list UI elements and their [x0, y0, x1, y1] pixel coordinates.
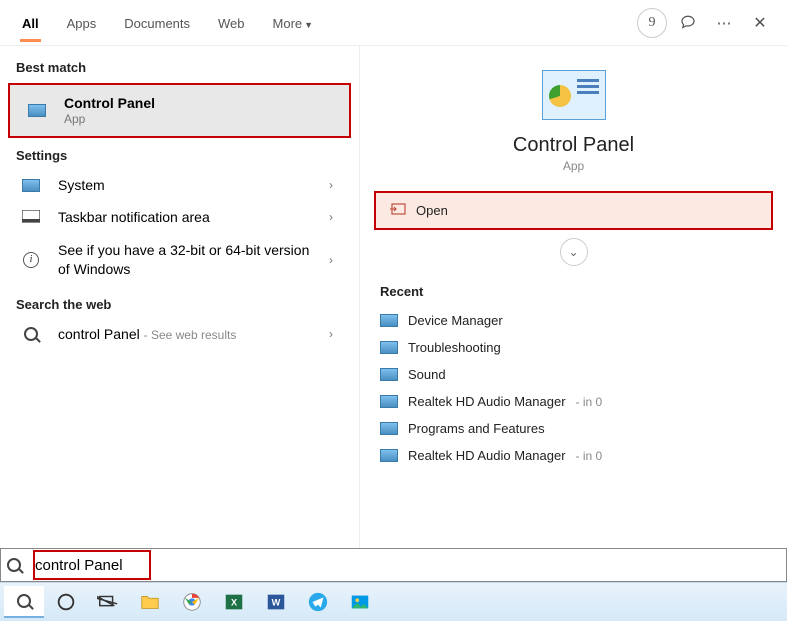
taskbar-taskview-button[interactable] [88, 586, 128, 618]
rewards-badge[interactable]: 9 [637, 8, 667, 38]
recent-label: Device Manager [408, 313, 503, 328]
monitor-icon [22, 179, 40, 192]
recent-label: Realtek HD Audio Manager [408, 394, 566, 409]
open-action[interactable]: Open [374, 191, 773, 230]
open-label: Open [416, 203, 448, 218]
recent-item[interactable]: Realtek HD Audio Manager - in 0 [374, 388, 773, 415]
expand-actions-button[interactable]: ⌄ [560, 238, 588, 266]
cp-applet-icon [380, 368, 398, 381]
taskbar-search-button[interactable] [4, 586, 44, 618]
recent-item[interactable]: Programs and Features [374, 415, 773, 442]
tabs-row: All Apps Documents Web More▼ 9 ⋯ ✕ [0, 0, 787, 46]
tab-apps[interactable]: Apps [53, 4, 111, 41]
settings-item-taskbar-area[interactable]: Taskbar notification area › [0, 201, 359, 233]
preview-subtitle: App [563, 159, 584, 173]
list-item-label: System [58, 177, 317, 193]
chevron-right-icon: › [329, 178, 347, 192]
cp-applet-icon [380, 422, 398, 435]
recent-item[interactable]: Realtek HD Audio Manager - in 0 [374, 442, 773, 469]
tab-more[interactable]: More▼ [259, 4, 328, 41]
best-match-result[interactable]: Control Panel App [8, 83, 351, 138]
app-large-icon [542, 70, 606, 120]
cp-applet-icon [380, 314, 398, 327]
search-input[interactable] [29, 553, 786, 578]
taskbar-file-explorer[interactable] [130, 586, 170, 618]
recent-label: Sound [408, 367, 446, 382]
list-item-label: Taskbar notification area [58, 209, 317, 225]
recent-item[interactable]: Sound [374, 361, 773, 388]
section-search-web: Search the web [0, 287, 359, 318]
web-result[interactable]: control Panel - See web results › [0, 318, 359, 350]
chevron-down-icon: ▼ [304, 20, 313, 30]
chevron-right-icon: › [329, 253, 347, 267]
chevron-right-icon: › [329, 327, 347, 341]
taskbar: X W [0, 582, 787, 621]
web-result-hint: See web results [151, 328, 236, 342]
section-settings: Settings [0, 138, 359, 169]
tab-all[interactable]: All [8, 4, 53, 41]
cp-applet-icon [380, 395, 398, 408]
taskbar-icon [16, 210, 46, 224]
preview-title: Control Panel [513, 134, 634, 157]
recent-item[interactable]: Troubleshooting [374, 334, 773, 361]
svg-text:X: X [231, 598, 238, 608]
preview-panel: Control Panel App Open ⌄ Recent Device M… [360, 46, 787, 548]
taskbar-excel[interactable]: X [214, 586, 254, 618]
taskbar-word[interactable]: W [256, 586, 296, 618]
section-recent: Recent [374, 276, 773, 307]
info-icon: i [23, 252, 39, 268]
taskbar-photos[interactable] [340, 586, 380, 618]
control-panel-icon [28, 104, 46, 117]
taskbar-chrome[interactable] [172, 586, 212, 618]
settings-item-system[interactable]: System › [0, 169, 359, 201]
settings-item-bitness[interactable]: i See if you have a 32-bit or 64-bit ver… [0, 233, 359, 287]
cp-applet-icon [380, 449, 398, 462]
taskbar-cortana-button[interactable] [46, 586, 86, 618]
recent-item[interactable]: Device Manager [374, 307, 773, 334]
search-icon [24, 327, 38, 341]
feedback-icon[interactable] [673, 8, 703, 38]
best-match-title: Control Panel [64, 95, 337, 111]
list-item-label: See if you have a 32-bit or 64-bit versi… [58, 241, 317, 279]
taskbar-telegram[interactable] [298, 586, 338, 618]
section-best-match: Best match [0, 50, 359, 81]
tab-documents[interactable]: Documents [110, 4, 204, 41]
recent-label: Troubleshooting [408, 340, 501, 355]
tab-web[interactable]: Web [204, 4, 259, 41]
best-match-subtitle: App [64, 112, 337, 126]
svg-text:W: W [272, 598, 281, 608]
search-box[interactable] [0, 548, 787, 582]
chevron-right-icon: › [329, 210, 347, 224]
results-panel: Best match Control Panel App Settings Sy… [0, 46, 360, 548]
search-icon [7, 558, 29, 572]
recent-label: Programs and Features [408, 421, 545, 436]
open-icon [390, 203, 416, 218]
web-result-query: control Panel [58, 326, 140, 342]
recent-label: Realtek HD Audio Manager [408, 448, 566, 463]
close-button[interactable]: ✕ [745, 8, 775, 38]
cp-applet-icon [380, 341, 398, 354]
more-options-icon[interactable]: ⋯ [709, 8, 739, 38]
